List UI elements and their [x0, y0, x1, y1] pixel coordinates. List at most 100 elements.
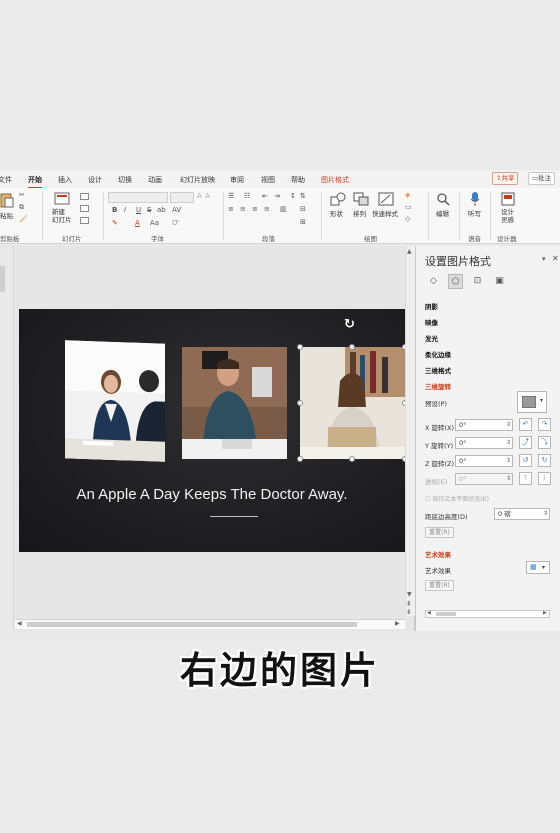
scroll-thumb[interactable] [27, 622, 357, 627]
size-properties-tab-icon[interactable]: ⊡ [470, 274, 485, 289]
section-shadow[interactable]: 阴影 [425, 301, 438, 311]
fill-line-tab-icon[interactable]: ◇ [426, 274, 441, 289]
distance-input[interactable]: 0 磅 [494, 508, 550, 520]
photo-right-selected[interactable] [300, 347, 405, 459]
slide-canvas[interactable]: ↻ An Apple A Day Keeps The Doctor Away. [19, 309, 408, 552]
perspective-input[interactable]: 0° [455, 473, 513, 485]
section-soft-edges[interactable]: 柔化边缘 [425, 349, 451, 359]
resize-handle-w[interactable] [297, 400, 303, 406]
arrange-icon[interactable] [353, 192, 369, 206]
pane-scroll-thumb[interactable] [436, 612, 456, 616]
columns-icon[interactable]: ▥ [280, 205, 287, 213]
align-right-icon[interactable]: ≡ [252, 205, 258, 213]
align-text-icon[interactable]: ⊟ [300, 205, 306, 213]
tab-slideshow[interactable]: 幻灯片放映 [180, 175, 215, 185]
resize-handle-nw[interactable] [297, 344, 303, 350]
pane-scroll-left-icon[interactable]: ◀ [427, 610, 431, 616]
comments-button[interactable]: ▭批注 [528, 172, 556, 185]
keep-text-flat-checkbox[interactable]: ☐ 保持文本平面状态(K) [425, 494, 489, 503]
tab-design[interactable]: 设计 [88, 175, 102, 185]
resize-handle-n[interactable] [349, 344, 355, 350]
tab-help[interactable]: 帮助 [291, 175, 305, 185]
layout-icon[interactable] [80, 193, 89, 200]
section-3d-rotation[interactable]: 三维旋转 [425, 381, 451, 391]
narrow-field-icon[interactable]: ↑ [519, 472, 532, 485]
thumbnail-pane[interactable] [0, 246, 14, 631]
font-color-button[interactable]: A [135, 219, 140, 227]
shape-fill-icon[interactable]: ◈ [405, 191, 410, 199]
design-ideas-icon[interactable] [501, 192, 515, 206]
cut-icon[interactable]: ✂ [19, 191, 25, 199]
align-center-icon[interactable]: ≡ [240, 205, 246, 213]
char-spacing-button[interactable]: AV [172, 206, 181, 214]
indent-icon[interactable]: ⇤ [262, 192, 268, 200]
format-painter-icon[interactable]: 🖌 [19, 215, 28, 223]
highlight-icon[interactable]: ✎ [112, 219, 118, 227]
tab-home[interactable]: 开始 [28, 175, 42, 188]
pane-scrollbar[interactable]: ◀ ▶ [425, 610, 550, 618]
grow-font-icon[interactable]: A [197, 192, 202, 200]
tab-review[interactable]: 审阅 [230, 175, 244, 185]
y-rotate-up-icon[interactable]: ⤴ [519, 436, 532, 449]
y-rotate-down-icon[interactable]: ⤵ [538, 436, 551, 449]
reset-slide-icon[interactable] [80, 205, 89, 212]
tab-animations[interactable]: 动画 [148, 175, 162, 185]
horizontal-scrollbar[interactable]: ◀ ▶ [15, 619, 405, 629]
next-slide-icon[interactable]: ⇟ [406, 608, 412, 616]
vertical-scrollbar[interactable]: ▲ ▼ ⇞ ⇟ [405, 246, 415, 616]
shape-effects-icon[interactable]: ◇ [405, 215, 410, 223]
font-name-box[interactable] [108, 192, 168, 203]
microphone-icon[interactable] [470, 192, 480, 206]
tab-picture-format[interactable]: 图片格式 [321, 175, 349, 185]
y-rotation-input[interactable]: 0° [455, 437, 513, 449]
bullets-icon[interactable]: ☰ [228, 192, 234, 200]
resize-handle-sw[interactable] [297, 456, 303, 462]
z-rotate-left-icon[interactable]: ↺ [519, 454, 532, 467]
tab-insert[interactable]: 插入 [58, 175, 72, 185]
find-icon[interactable] [436, 192, 450, 206]
underline-button[interactable]: U [136, 206, 141, 214]
resize-handle-s[interactable] [349, 456, 355, 462]
shadow-button[interactable]: ab [157, 206, 166, 214]
align-left-icon[interactable]: ≡ [228, 205, 234, 213]
numbering-icon[interactable]: ☷ [244, 192, 250, 200]
effects-tab-icon[interactable]: ⬠ [448, 274, 463, 289]
pane-options-icon[interactable]: ▾ [542, 255, 546, 263]
slide-editor[interactable]: ↻ An Apple A Day Keeps The Doctor Away. … [15, 246, 415, 631]
thumbnail-tab[interactable] [0, 266, 5, 292]
reset-artistic-button[interactable]: 重置(R) [425, 580, 454, 591]
photo-left[interactable] [65, 340, 165, 462]
section-icon[interactable] [80, 217, 89, 224]
line-spacing-icon[interactable]: ↕ [290, 192, 296, 200]
change-case-button[interactable]: Aa [150, 219, 159, 227]
shape-outline-icon[interactable]: ▭ [405, 203, 412, 211]
scroll-left-icon[interactable]: ◀ [17, 620, 22, 627]
section-3d-format[interactable]: 三维格式 [425, 365, 451, 375]
shapes-icon[interactable] [330, 192, 346, 206]
pane-scroll-right-icon[interactable]: ▶ [543, 610, 547, 616]
tab-file[interactable]: 文件 [0, 175, 12, 185]
x-rotate-right-icon[interactable]: ↷ [538, 418, 551, 431]
z-rotation-input[interactable]: 0° [455, 455, 513, 467]
scroll-down-icon[interactable]: ▼ [407, 591, 412, 598]
widen-field-icon[interactable]: ↓ [538, 472, 551, 485]
italic-button[interactable]: I [124, 206, 126, 214]
clear-format-icon[interactable]: Ꝍ [172, 219, 179, 228]
rotate-handle-icon[interactable]: ↻ [344, 317, 355, 332]
font-size-box[interactable] [170, 192, 194, 203]
scroll-up-icon[interactable]: ▲ [407, 248, 412, 255]
section-glow[interactable]: 发光 [425, 333, 438, 343]
quick-styles-icon[interactable] [378, 192, 394, 206]
smartart-icon[interactable]: ⊞ [300, 218, 306, 226]
slide-caption[interactable]: An Apple A Day Keeps The Doctor Away. [19, 486, 405, 503]
new-slide-icon[interactable] [54, 192, 70, 206]
shrink-font-icon[interactable]: A [205, 192, 210, 200]
artistic-effects-dropdown[interactable]: ▦ ▾ [526, 561, 550, 574]
picture-tab-icon[interactable]: ▣ [492, 274, 507, 289]
photo-center[interactable] [182, 347, 287, 459]
bold-button[interactable]: B [112, 206, 117, 214]
z-rotate-right-icon[interactable]: ↻ [538, 454, 551, 467]
outdent-icon[interactable]: ⇥ [274, 192, 280, 200]
section-artistic-effects[interactable]: 艺术效果 [425, 549, 451, 559]
x-rotation-input[interactable]: 0° [455, 419, 513, 431]
